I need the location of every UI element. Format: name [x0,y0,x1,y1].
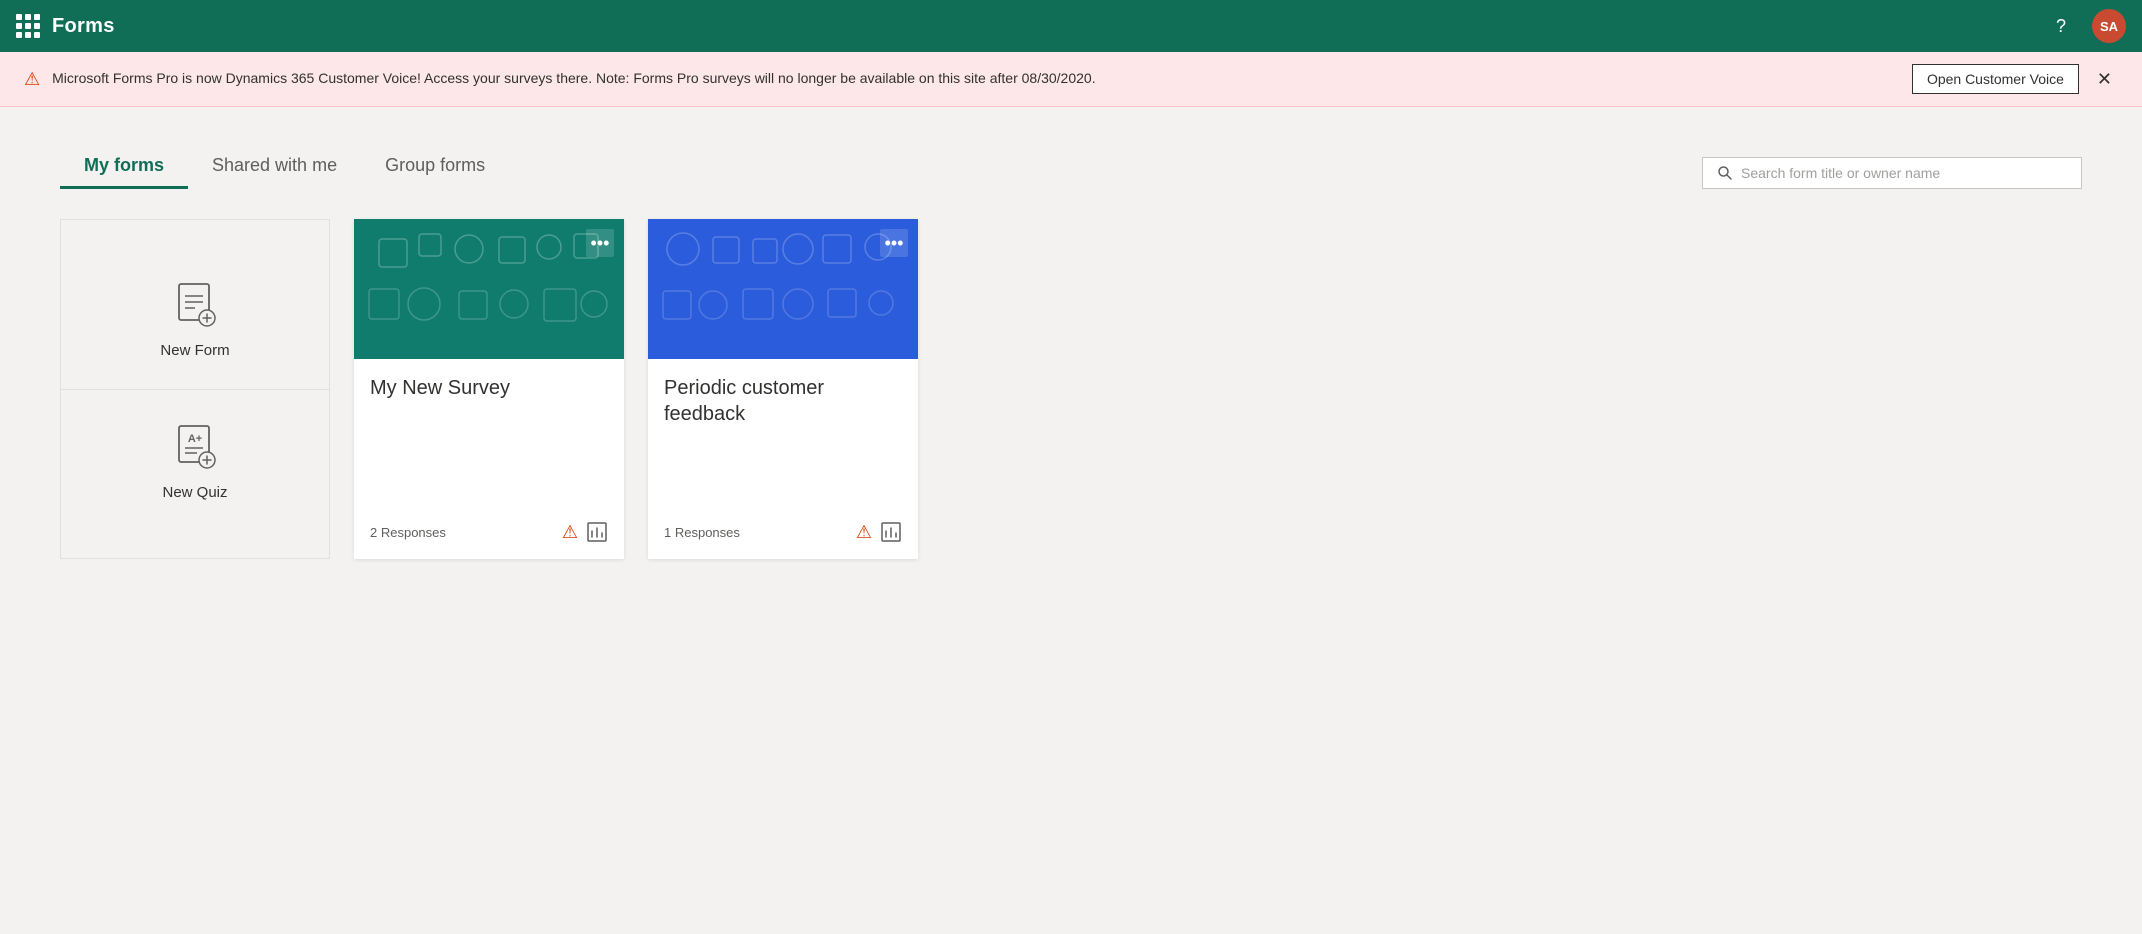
response-count-2: 1 Responses [664,525,740,540]
tab-group-forms[interactable]: Group forms [361,147,509,189]
card-more-button-2[interactable]: ••• [880,229,908,257]
top-navigation: Forms ? SA [0,0,2142,52]
new-quiz-section[interactable]: A+ New Quiz [61,390,329,531]
tab-my-forms[interactable]: My forms [60,147,188,189]
card-footer-2: 1 Responses ⚠ [648,513,918,559]
new-quiz-icon: A+ [169,420,221,472]
nav-right: ? SA [2046,9,2126,43]
forms-grid: New Form A+ New Quiz [60,219,2082,559]
waffle-menu-icon[interactable] [16,14,40,38]
warning-icon-1: ⚠ [562,522,578,543]
card-footer-icons-2: ⚠ [856,521,902,543]
form-card-2[interactable]: ••• Periodic customer feedback 1 Respons… [648,219,918,559]
tab-shared-with-me[interactable]: Shared with me [188,147,361,189]
banner-warning-icon: ⚠ [24,69,40,90]
banner-message: Microsoft Forms Pro is now Dynamics 365 … [52,69,1095,89]
card-title-1: My New Survey [370,375,608,401]
chart-icon-2 [880,521,902,543]
new-form-label: New Form [160,342,229,359]
card-body-2: Periodic customer feedback [648,359,918,513]
tabs-left: My forms Shared with me Group forms [60,147,509,189]
card-pattern-2 [653,219,913,359]
notification-banner: ⚠ Microsoft Forms Pro is now Dynamics 36… [0,52,2142,107]
open-customer-voice-button[interactable]: Open Customer Voice [1912,64,2079,94]
search-input[interactable] [1741,165,2067,181]
card-header-2: ••• [648,219,918,359]
response-count-1: 2 Responses [370,525,446,540]
card-pattern-1 [359,219,619,359]
new-form-icon [169,278,221,330]
search-icon [1717,165,1733,181]
chart-icon-1 [586,521,608,543]
card-body-1: My New Survey [354,359,624,513]
new-form-card-inner: New Form A+ New Quiz [61,248,329,531]
card-title-2: Periodic customer feedback [664,375,902,427]
app-title: Forms [52,15,115,38]
search-box [1702,157,2082,189]
nav-left: Forms [16,14,115,38]
card-footer-1: 2 Responses ⚠ [354,513,624,559]
card-footer-icons-1: ⚠ [562,521,608,543]
new-form-section[interactable]: New Form [61,248,329,390]
new-form-card[interactable]: New Form A+ New Quiz [60,219,330,559]
help-icon[interactable]: ? [2046,11,2076,41]
banner-content: ⚠ Microsoft Forms Pro is now Dynamics 36… [24,69,1912,90]
warning-icon-2: ⚠ [856,522,872,543]
svg-text:A+: A+ [188,433,202,445]
close-banner-button[interactable]: ✕ [2091,68,2118,90]
banner-actions: Open Customer Voice ✕ [1912,64,2118,94]
avatar[interactable]: SA [2092,9,2126,43]
card-more-button-1[interactable]: ••• [586,229,614,257]
new-quiz-label: New Quiz [162,484,227,501]
card-header-1: ••• [354,219,624,359]
tabs-bar: My forms Shared with me Group forms [60,147,2082,189]
main-content: My forms Shared with me Group forms [0,107,2142,934]
form-card-1[interactable]: ••• My New Survey 2 Responses ⚠ [354,219,624,559]
